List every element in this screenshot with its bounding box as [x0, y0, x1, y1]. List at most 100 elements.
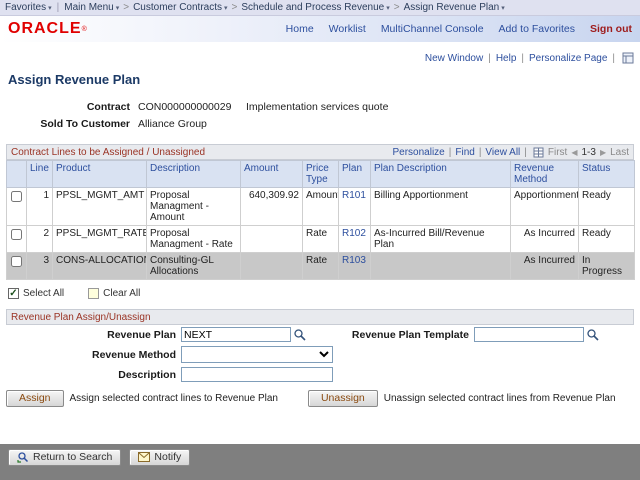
clear-all-button[interactable]: Clear All	[88, 288, 140, 299]
assign-section-title: Revenue Plan Assign/Unassign	[11, 312, 151, 323]
assign-form: Revenue Plan Revenue Plan Template Reven…	[6, 327, 634, 407]
chevron-down-icon: ▾	[116, 4, 120, 12]
notify-button[interactable]: Notify	[129, 449, 190, 466]
cell-plan-description: Billing Apportionment	[371, 188, 511, 226]
assign-caption: Assign selected contract lines to Revenu…	[70, 393, 278, 404]
sold-to-value: Alliance Group	[138, 118, 246, 130]
contract-value: CON000000000029	[138, 101, 246, 113]
breadcrumb-separator: >	[232, 2, 238, 13]
cell-revenue-method: As Incurred	[511, 253, 579, 280]
notify-label: Notify	[154, 451, 181, 463]
cell-status: Ready	[579, 188, 635, 226]
assign-button[interactable]: Assign	[6, 390, 64, 407]
cell-amount	[241, 253, 303, 280]
sold-to-label: Sold To Customer	[6, 118, 138, 130]
header-bar: ORACLE ® Home Worklist MultiChannel Cons…	[0, 16, 640, 42]
plan-link[interactable]: R102	[342, 228, 366, 239]
sold-to-row: Sold To Customer Alliance Group	[6, 118, 634, 130]
return-to-search-button[interactable]: Return to Search	[8, 449, 121, 466]
worklist-link[interactable]: Worklist	[329, 23, 366, 35]
row-select-checkbox[interactable]	[11, 191, 22, 202]
revenue-plan-label: Revenue Plan	[6, 329, 181, 341]
col-description: Description	[147, 161, 241, 188]
return-to-search-label: Return to Search	[33, 451, 112, 463]
find-link[interactable]: Find	[455, 147, 474, 158]
multichannel-console-link[interactable]: MultiChannel Console	[381, 23, 484, 35]
select-all-button[interactable]: ✓ Select All	[8, 288, 64, 299]
cell-status: In Progress	[579, 253, 635, 280]
header-links: Home Worklist MultiChannel Console Add t…	[286, 23, 632, 35]
revenue-plan-input[interactable]	[181, 327, 291, 342]
download-grid-icon[interactable]	[533, 147, 544, 158]
plan-link[interactable]: R101	[342, 190, 366, 201]
breadcrumb-main-menu[interactable]: Main Menu ▾	[64, 2, 119, 13]
return-to-search-icon	[17, 451, 29, 463]
plan-link[interactable]: R103	[342, 255, 366, 266]
col-revenue-method: Revenue Method	[511, 161, 579, 188]
notify-icon	[138, 452, 150, 462]
table-row: 1 PPSL_MGMT_AMT Proposal Managment - Amo…	[7, 188, 635, 226]
pager-prev-icon[interactable]: ◀	[571, 148, 577, 157]
personalize-page-link[interactable]: Personalize Page	[529, 53, 607, 64]
breadcrumb-assign-revenue-plan[interactable]: Assign Revenue Plan ▾	[404, 2, 505, 13]
personalize-grid-link[interactable]: Personalize	[392, 147, 444, 158]
page-content: New Window | Help | Personalize Page | A…	[0, 42, 640, 444]
new-window-link[interactable]: New Window	[425, 53, 483, 64]
checked-checkbox-icon: ✓	[8, 288, 19, 299]
pager-first-label: First	[548, 147, 567, 158]
screen: Favorites ▾ | Main Menu ▾ > Customer Con…	[0, 0, 640, 480]
breadcrumb: Favorites ▾ | Main Menu ▾ > Customer Con…	[0, 0, 640, 16]
add-to-favorites-link[interactable]: Add to Favorites	[499, 23, 575, 35]
revenue-method-select[interactable]	[181, 346, 333, 363]
unassign-caption: Unassign selected contract lines from Re…	[384, 393, 616, 404]
description-input[interactable]	[181, 367, 333, 382]
unassign-group: Unassign Unassign selected contract line…	[308, 390, 616, 407]
contract-lines-table: Line Product Description Amount Price Ty…	[6, 160, 635, 280]
breadcrumb-customer-contracts[interactable]: Customer Contracts ▾	[133, 2, 227, 13]
page-layout-icon[interactable]	[622, 52, 634, 64]
cell-line: 3	[27, 253, 53, 280]
revenue-plan-template-lookup-icon[interactable]	[586, 328, 599, 341]
revenue-plan-lookup-icon[interactable]	[293, 328, 306, 341]
breadcrumb-separator: >	[394, 2, 400, 13]
help-link[interactable]: Help	[496, 53, 517, 64]
toolbar-divider: |	[524, 147, 527, 158]
breadcrumb-schedule-process-revenue[interactable]: Schedule and Process Revenue ▾	[241, 2, 389, 13]
row-select-checkbox[interactable]	[11, 229, 22, 240]
grid-section-header: Contract Lines to be Assigned / Unassign…	[6, 144, 634, 160]
revenue-plan-template-input[interactable]	[474, 327, 584, 342]
table-row: 2 PPSL_MGMT_RATE Proposal Managment - Ra…	[7, 226, 635, 253]
pager-next-icon[interactable]: ▶	[600, 148, 606, 157]
chevron-down-icon: ▾	[224, 4, 228, 12]
breadcrumb-label: Main Menu	[64, 2, 113, 13]
cell-revenue-method: Apportionment	[511, 188, 579, 226]
breadcrumb-label: Schedule and Process Revenue	[241, 2, 384, 13]
link-divider: |	[612, 53, 615, 64]
breadcrumb-favorites[interactable]: Favorites ▾	[5, 2, 52, 13]
revenue-method-label: Revenue Method	[6, 349, 181, 361]
cell-status: Ready	[579, 226, 635, 253]
clear-all-label: Clear All	[103, 288, 140, 299]
toolbar-divider: |	[449, 147, 452, 158]
home-link[interactable]: Home	[286, 23, 314, 35]
page-utility-links: New Window | Help | Personalize Page |	[6, 52, 634, 64]
row-select-checkbox[interactable]	[11, 256, 22, 267]
oracle-logo: ORACLE	[8, 20, 82, 38]
cell-description: Consulting-GL Allocations	[147, 253, 241, 280]
breadcrumb-label: Customer Contracts	[133, 2, 222, 13]
footer-actions: Return to Search Notify	[8, 449, 634, 466]
breadcrumb-label: Assign Revenue Plan	[404, 2, 500, 13]
col-plan: Plan	[339, 161, 371, 188]
cell-line: 2	[27, 226, 53, 253]
toolbar-divider: |	[479, 147, 482, 158]
col-price-type: Price Type	[303, 161, 339, 188]
view-all-link[interactable]: View All	[485, 147, 520, 158]
cell-product: PPSL_MGMT_RATE	[53, 226, 147, 253]
empty-checkbox-icon	[88, 288, 99, 299]
cell-plan-description: As-Incurred Bill/Revenue Plan	[371, 226, 511, 253]
unassign-button[interactable]: Unassign	[308, 390, 378, 407]
registered-mark: ®	[82, 26, 87, 33]
sign-out-link[interactable]: Sign out	[590, 23, 632, 35]
selection-actions: ✓ Select All Clear All	[8, 288, 634, 299]
grid-title: Contract Lines to be Assigned / Unassign…	[11, 147, 205, 158]
